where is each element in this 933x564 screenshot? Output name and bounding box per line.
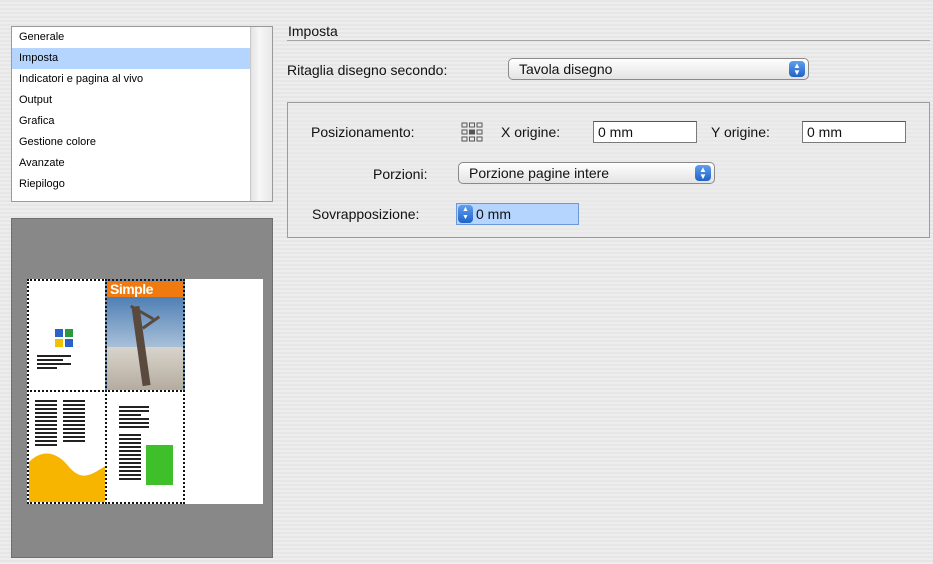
y-origin-field[interactable]: 0 mm (802, 121, 906, 143)
popup-arrows-icon: ▲ ▼ (695, 165, 711, 181)
section-title: Imposta (288, 23, 338, 39)
overlap-stepper[interactable]: ▲ ▼ 0 mm (456, 203, 579, 225)
tiles-popup[interactable]: Porzione pagine intere ▲ ▼ (458, 162, 715, 184)
y-origin-label: Y origine: (711, 124, 770, 140)
tiles-popup-value: Porzione pagine intere (469, 165, 610, 181)
category-item-grafica[interactable]: Grafica (12, 111, 250, 132)
category-item-avanzate[interactable]: Avanzate (12, 153, 250, 174)
crop-label: Ritaglia disegno secondo: (287, 62, 448, 78)
category-item-generale[interactable]: Generale (12, 27, 250, 48)
category-item-imposta[interactable]: Imposta (12, 48, 250, 69)
crop-popup[interactable]: Tavola disegno ▲ ▼ (508, 58, 809, 80)
yellow-wave-shape (29, 453, 105, 502)
category-item-gestione-colore[interactable]: Gestione colore (12, 132, 250, 153)
green-box (146, 445, 173, 485)
positioning-label: Posizionamento: (311, 124, 415, 140)
tiles-label: Porzioni: (373, 166, 428, 182)
print-preview: Simple (11, 218, 273, 558)
overlap-value: 0 mm (476, 206, 511, 222)
preview-tile-top-left (27, 279, 107, 392)
category-item-indicatori[interactable]: Indicatori e pagina al vivo (12, 69, 250, 90)
text-lines (37, 355, 71, 371)
list-scrollbar[interactable] (250, 27, 272, 201)
preview-sheet: Simple (27, 279, 263, 504)
colored-squares-logo (55, 329, 73, 347)
category-item-riepilogo[interactable]: Riepilogo (12, 174, 250, 195)
stepper-icon[interactable]: ▲ ▼ (458, 205, 473, 223)
x-origin-field[interactable]: 0 mm (593, 121, 697, 143)
section-divider (287, 40, 930, 41)
preview-tile-bottom-middle (105, 390, 185, 504)
popup-arrows-icon: ▲ ▼ (789, 61, 805, 77)
overlap-label: Sovrapposizione: (312, 206, 420, 222)
crop-popup-value: Tavola disegno (519, 61, 613, 77)
reference-point-icon[interactable] (461, 122, 483, 142)
x-origin-label: X origine: (501, 124, 561, 140)
preview-tile-bottom-left (27, 390, 107, 504)
category-item-output[interactable]: Output (12, 90, 250, 111)
cover-title: Simple (110, 281, 153, 297)
preview-tile-cover: Simple (105, 279, 185, 392)
category-list[interactable]: Generale Imposta Indicatori e pagina al … (11, 26, 273, 202)
